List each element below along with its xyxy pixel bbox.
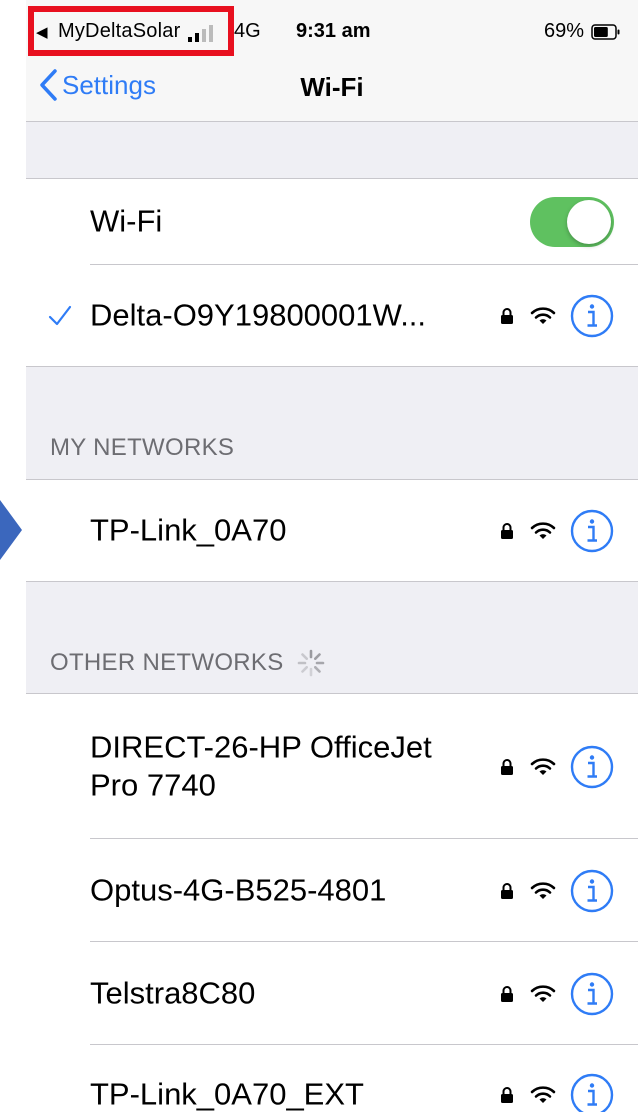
wifi-toggle-row: Wi-Fi bbox=[26, 179, 638, 265]
other-networks-header-label: OTHER NETWORKS bbox=[50, 649, 284, 676]
network-status-icons bbox=[500, 745, 614, 789]
info-icon[interactable] bbox=[570, 294, 614, 338]
toggle-knob bbox=[567, 200, 611, 244]
network-status-icons bbox=[500, 509, 614, 553]
network-row[interactable]: Telstra8C80 bbox=[26, 942, 638, 1045]
lock-icon bbox=[501, 307, 513, 324]
my-networks-header-label: MY NETWORKS bbox=[50, 434, 235, 461]
network-name: TP-Link_0A70 bbox=[90, 512, 287, 548]
network-status-icons bbox=[500, 1073, 614, 1112]
wifi-signal-icon bbox=[530, 757, 556, 775]
battery-icon bbox=[591, 24, 620, 40]
info-icon[interactable] bbox=[570, 509, 614, 553]
wifi-main-group: Wi-Fi Delta-O9Y19800001W... bbox=[26, 178, 638, 367]
network-name: DIRECT-26-HP OfficeJet Pro 7740 bbox=[90, 728, 432, 803]
wifi-toggle-switch[interactable] bbox=[530, 197, 614, 247]
other-networks-group: DIRECT-26-HP OfficeJet Pro 7740 Optus-4G… bbox=[26, 693, 638, 1112]
phone-screen: ◀ MyDeltaSolar 4G 9:31 am 69% Settings W… bbox=[26, 0, 638, 1112]
network-row[interactable]: TP-Link_0A70 bbox=[26, 480, 638, 581]
network-row[interactable]: DIRECT-26-HP OfficeJet Pro 7740 bbox=[26, 694, 638, 839]
other-networks-header: OTHER NETWORKS bbox=[50, 648, 326, 678]
battery-percentage: 69% bbox=[544, 20, 585, 42]
clock: 9:31 am bbox=[296, 20, 371, 42]
network-name: Telstra8C80 bbox=[90, 975, 256, 1011]
lock-icon bbox=[501, 522, 513, 539]
lock-icon bbox=[501, 758, 513, 775]
wifi-signal-icon bbox=[530, 881, 556, 899]
connected-network-name: Delta-O9Y19800001W... bbox=[90, 297, 427, 333]
lock-icon bbox=[501, 882, 513, 899]
navigation-bar: Settings Wi-Fi bbox=[26, 62, 638, 122]
network-type: 4G bbox=[234, 20, 261, 42]
info-icon[interactable] bbox=[570, 972, 614, 1016]
network-row[interactable]: TP-Link_0A70_EXT bbox=[26, 1045, 638, 1112]
network-status-icons bbox=[500, 972, 614, 1016]
network-name: Optus-4G-B525-4801 bbox=[90, 872, 387, 908]
wifi-toggle-label: Wi-Fi bbox=[90, 203, 163, 239]
wifi-signal-icon bbox=[530, 521, 556, 539]
lock-icon bbox=[501, 1087, 513, 1103]
loading-spinner-icon bbox=[297, 649, 324, 677]
network-status-icons bbox=[500, 294, 614, 338]
wifi-signal-icon bbox=[530, 984, 556, 1002]
connected-network-row[interactable]: Delta-O9Y19800001W... bbox=[26, 265, 638, 366]
network-name: TP-Link_0A70_EXT bbox=[90, 1076, 364, 1112]
highlight-annotation bbox=[28, 6, 234, 56]
page-title: Wi-Fi bbox=[300, 72, 364, 102]
info-icon[interactable] bbox=[570, 745, 614, 789]
wifi-signal-icon bbox=[530, 1086, 556, 1103]
info-icon[interactable] bbox=[570, 1073, 614, 1112]
network-row[interactable]: Optus-4G-B525-4801 bbox=[26, 839, 638, 942]
my-networks-group: TP-Link_0A70 bbox=[26, 479, 638, 582]
network-status-icons bbox=[500, 869, 614, 913]
info-icon[interactable] bbox=[570, 869, 614, 913]
wifi-signal-icon bbox=[530, 306, 556, 324]
checkmark-icon bbox=[48, 305, 72, 325]
pointer-arrow-annotation bbox=[0, 500, 22, 560]
my-networks-header: MY NETWORKS bbox=[50, 434, 234, 462]
lock-icon bbox=[501, 985, 513, 1002]
